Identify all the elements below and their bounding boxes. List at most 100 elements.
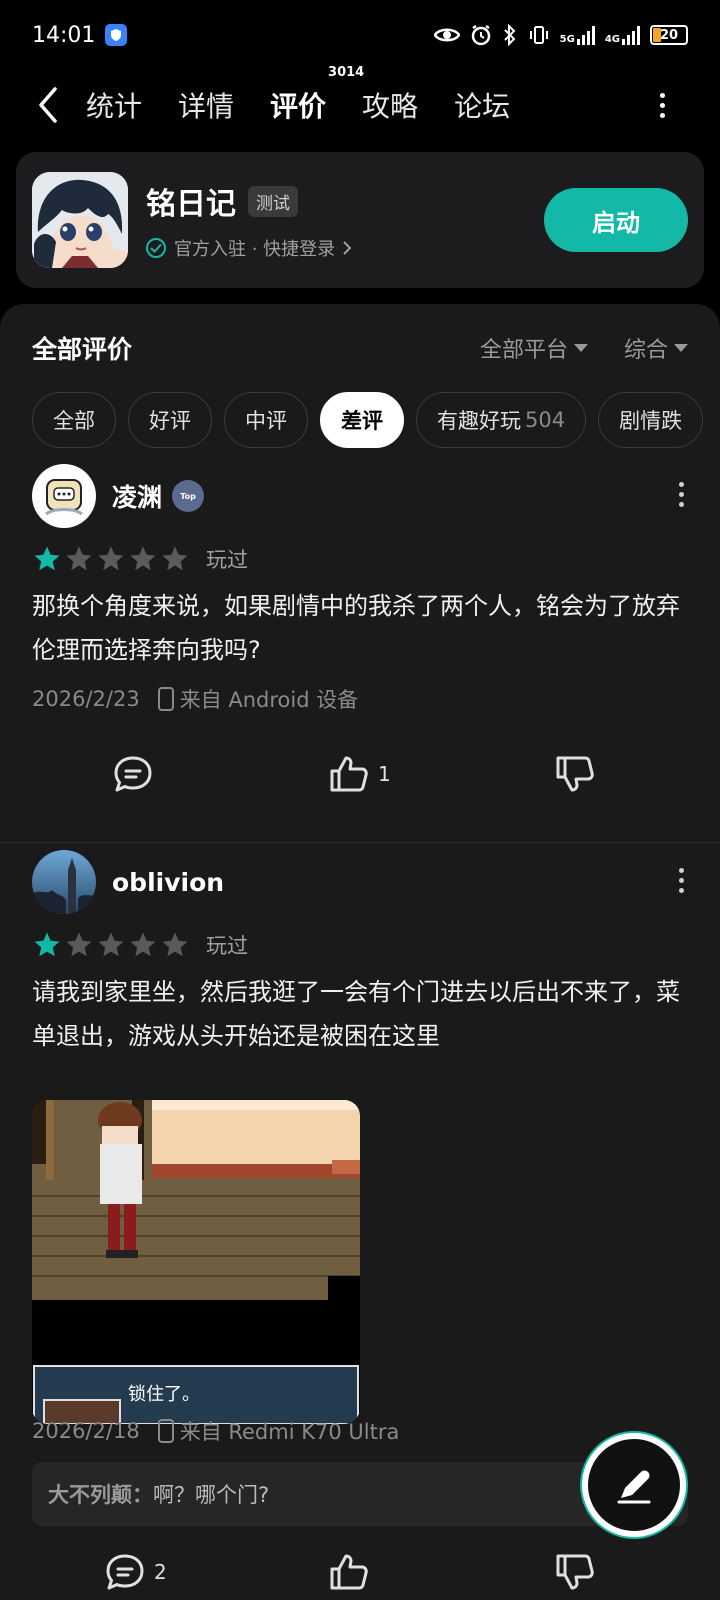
write-review-button[interactable] bbox=[582, 1433, 686, 1537]
play-status: 玩过 bbox=[206, 934, 248, 958]
star-empty-icon bbox=[162, 932, 188, 957]
review-meta: 2026/2/23 来自 Android 设备 bbox=[32, 684, 358, 714]
avatar[interactable] bbox=[32, 464, 96, 528]
reply-author: 大不列颠 bbox=[48, 1483, 132, 1507]
status-bar: 14:01 5G 4G 20 bbox=[0, 0, 720, 70]
like-button[interactable] bbox=[328, 1552, 370, 1592]
status-time: 14:01 bbox=[32, 22, 96, 48]
tab-reviews-label: 评价 bbox=[270, 90, 327, 123]
reviews-count-badge: 3014 bbox=[328, 65, 365, 80]
thumbs-up-icon bbox=[330, 1554, 368, 1590]
thumbs-down-icon bbox=[556, 756, 594, 792]
star-empty-icon bbox=[66, 932, 92, 957]
comment-icon bbox=[114, 756, 152, 792]
platform-label: 全部平台 bbox=[479, 338, 568, 363]
filter-neutral[interactable]: 中评 bbox=[224, 392, 308, 448]
review-date: 2026/2/23 bbox=[32, 687, 140, 711]
dislike-button[interactable] bbox=[554, 1552, 596, 1592]
tab-stats[interactable]: 统计 bbox=[86, 85, 142, 125]
comment-button[interactable]: 2 bbox=[104, 1552, 167, 1592]
review-actions: 2 bbox=[0, 1552, 720, 1600]
filter-chips: 全部 好评 中评 差评 有趣好玩 504 剧情跌 bbox=[32, 392, 704, 448]
dislike-button[interactable] bbox=[554, 754, 596, 794]
game-card[interactable]: 铭日记 测试 官方入驻 · 快捷登录 启动 bbox=[16, 152, 704, 288]
signal-icon bbox=[576, 25, 595, 45]
signal-icon-2 bbox=[622, 25, 640, 45]
filter-negative[interactable]: 差评 bbox=[320, 392, 404, 448]
alarm-icon bbox=[471, 24, 490, 46]
filter-fun-count: 504 bbox=[525, 408, 566, 432]
comment-icon bbox=[106, 1554, 144, 1590]
review-actions: 1 bbox=[0, 754, 720, 814]
review-screenshot[interactable]: 锁住了。 bbox=[32, 1100, 360, 1424]
star-empty-icon bbox=[98, 546, 124, 571]
reviews-panel: 全部评价 全部平台 综合 全部 好评 中评 差评 有趣好玩 504 剧情跌 凌渊… bbox=[0, 304, 720, 1600]
top-nav: 统计 详情 评价 3014 攻略 论坛 bbox=[0, 65, 720, 140]
chevron-right-icon bbox=[343, 241, 352, 255]
filter-all[interactable]: 全部 bbox=[32, 392, 116, 448]
reply-text: 啊？哪个门? bbox=[153, 1483, 270, 1507]
tab-forum[interactable]: 论坛 bbox=[454, 85, 510, 125]
review-text[interactable]: 请我到家里坐，然后我逛了一会有个门进去以后出不来了，菜单退出，游戏从头开始还是被… bbox=[32, 970, 688, 1058]
game-subtitle-link[interactable]: 官方入驻 · 快捷登录 bbox=[146, 235, 353, 261]
like-button[interactable]: 1 bbox=[328, 754, 391, 794]
star-empty-icon bbox=[66, 546, 92, 571]
review-more-button[interactable] bbox=[679, 868, 684, 893]
bluetooth-icon bbox=[503, 24, 516, 46]
game-icon bbox=[32, 172, 128, 268]
like-count: 1 bbox=[378, 762, 391, 786]
sort-label: 综合 bbox=[623, 338, 668, 363]
star-empty-icon bbox=[98, 932, 124, 957]
star-empty-icon bbox=[130, 932, 156, 957]
pen-icon bbox=[617, 1470, 651, 1504]
network-type-1: 5G bbox=[559, 34, 575, 45]
review-device: 来自 Redmi K70 Ultra bbox=[179, 1420, 400, 1444]
chevron-left-icon bbox=[39, 87, 57, 123]
game-subtitle: 官方入驻 · 快捷登录 bbox=[174, 239, 336, 260]
battery-level: 20 bbox=[659, 27, 679, 43]
reviews-title: 全部评价 bbox=[32, 335, 133, 364]
game-tag: 测试 bbox=[248, 185, 298, 217]
rating-stars: 玩过 bbox=[32, 930, 248, 960]
network-type-2: 4G bbox=[604, 34, 620, 45]
top-badge-icon: Top bbox=[172, 480, 205, 512]
game-title: 铭日记 bbox=[146, 187, 236, 222]
caret-down-icon bbox=[674, 344, 688, 352]
comment-button[interactable] bbox=[112, 754, 154, 794]
reply-colon: ： bbox=[132, 1483, 153, 1507]
username[interactable]: oblivion bbox=[112, 868, 224, 897]
shield-icon bbox=[105, 24, 128, 46]
review-text[interactable]: 那换个角度来说，如果剧情中的我杀了两个人，铭会为了放弃伦理而选择奔向我吗? bbox=[32, 584, 688, 672]
phone-icon bbox=[157, 1419, 174, 1443]
review-device: 来自 Android 设备 bbox=[179, 688, 359, 712]
verified-check-icon bbox=[146, 238, 166, 258]
avatar[interactable] bbox=[32, 850, 96, 914]
username[interactable]: 凌渊 bbox=[112, 478, 162, 514]
caret-down-icon bbox=[573, 344, 588, 352]
reviews-header: 全部评价 全部平台 综合 bbox=[32, 330, 688, 366]
star-empty-icon bbox=[130, 546, 156, 571]
review-divider bbox=[0, 842, 720, 843]
review-date: 2026/2/18 bbox=[32, 1419, 140, 1443]
back-button[interactable] bbox=[16, 75, 80, 135]
tab-details[interactable]: 详情 bbox=[178, 85, 234, 125]
thumbs-down-icon bbox=[556, 1554, 594, 1590]
filter-fun[interactable]: 有趣好玩 504 bbox=[416, 392, 587, 448]
star-filled-icon bbox=[34, 932, 60, 957]
star-empty-icon bbox=[162, 546, 188, 571]
sort-dropdown[interactable]: 综合 bbox=[624, 332, 688, 364]
vibrate-icon bbox=[529, 26, 548, 44]
tab-reviews[interactable]: 评价 3014 bbox=[268, 65, 364, 125]
platform-dropdown[interactable]: 全部平台 bbox=[480, 332, 588, 364]
filter-story[interactable]: 剧情跌 bbox=[598, 392, 704, 448]
launch-button[interactable]: 启动 bbox=[544, 188, 688, 252]
filter-positive[interactable]: 好评 bbox=[128, 392, 212, 448]
status-icons: 5G 4G 20 bbox=[433, 24, 688, 46]
more-menu-button[interactable] bbox=[650, 85, 674, 125]
phone-icon bbox=[157, 687, 174, 711]
play-status: 玩过 bbox=[206, 548, 248, 572]
comment-count: 2 bbox=[154, 1560, 167, 1584]
review-more-button[interactable] bbox=[679, 482, 684, 507]
star-filled-icon bbox=[34, 546, 60, 571]
tab-guides[interactable]: 攻略 bbox=[362, 85, 418, 125]
